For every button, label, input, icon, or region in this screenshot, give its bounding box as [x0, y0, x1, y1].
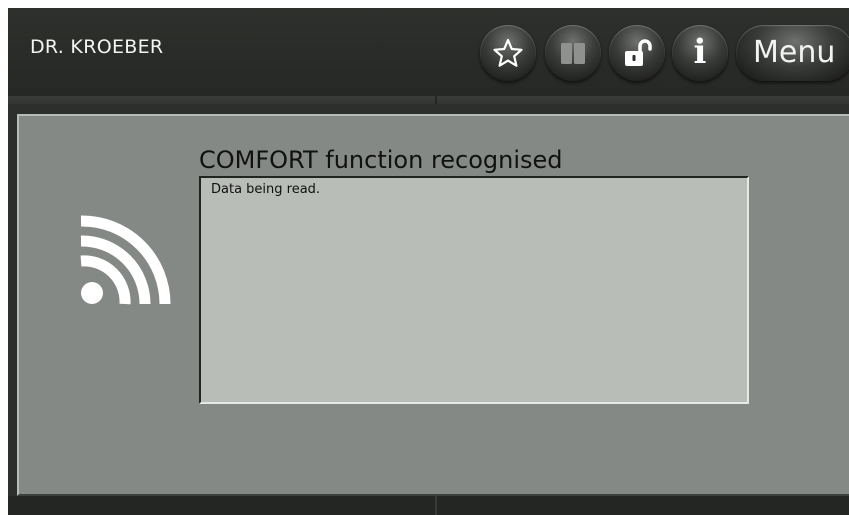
wireless-signal-icon — [80, 215, 171, 305]
star-icon — [493, 38, 523, 67]
status-message: Data being read. — [211, 182, 321, 197]
footer-bar — [8, 496, 849, 515]
unlock-icon — [625, 39, 652, 66]
lock-button[interactable] — [609, 25, 665, 81]
header-divider — [8, 96, 849, 104]
app-screen: DR. KROEBER i Menu COMFORT function reco… — [8, 8, 849, 515]
manual-button[interactable] — [545, 25, 601, 81]
info-button[interactable]: i — [672, 25, 728, 81]
status-title: COMFORT function recognised — [199, 146, 563, 174]
favorites-button[interactable] — [480, 25, 536, 81]
header-bar: DR. KROEBER i Menu — [8, 8, 849, 96]
message-box: Data being read. — [199, 176, 749, 404]
menu-button[interactable]: Menu — [736, 25, 849, 81]
brand-title: DR. KROEBER — [30, 36, 164, 58]
book-icon — [561, 43, 585, 64]
main-panel: COMFORT function recognised Data being r… — [17, 114, 849, 496]
info-icon: i — [693, 32, 707, 72]
